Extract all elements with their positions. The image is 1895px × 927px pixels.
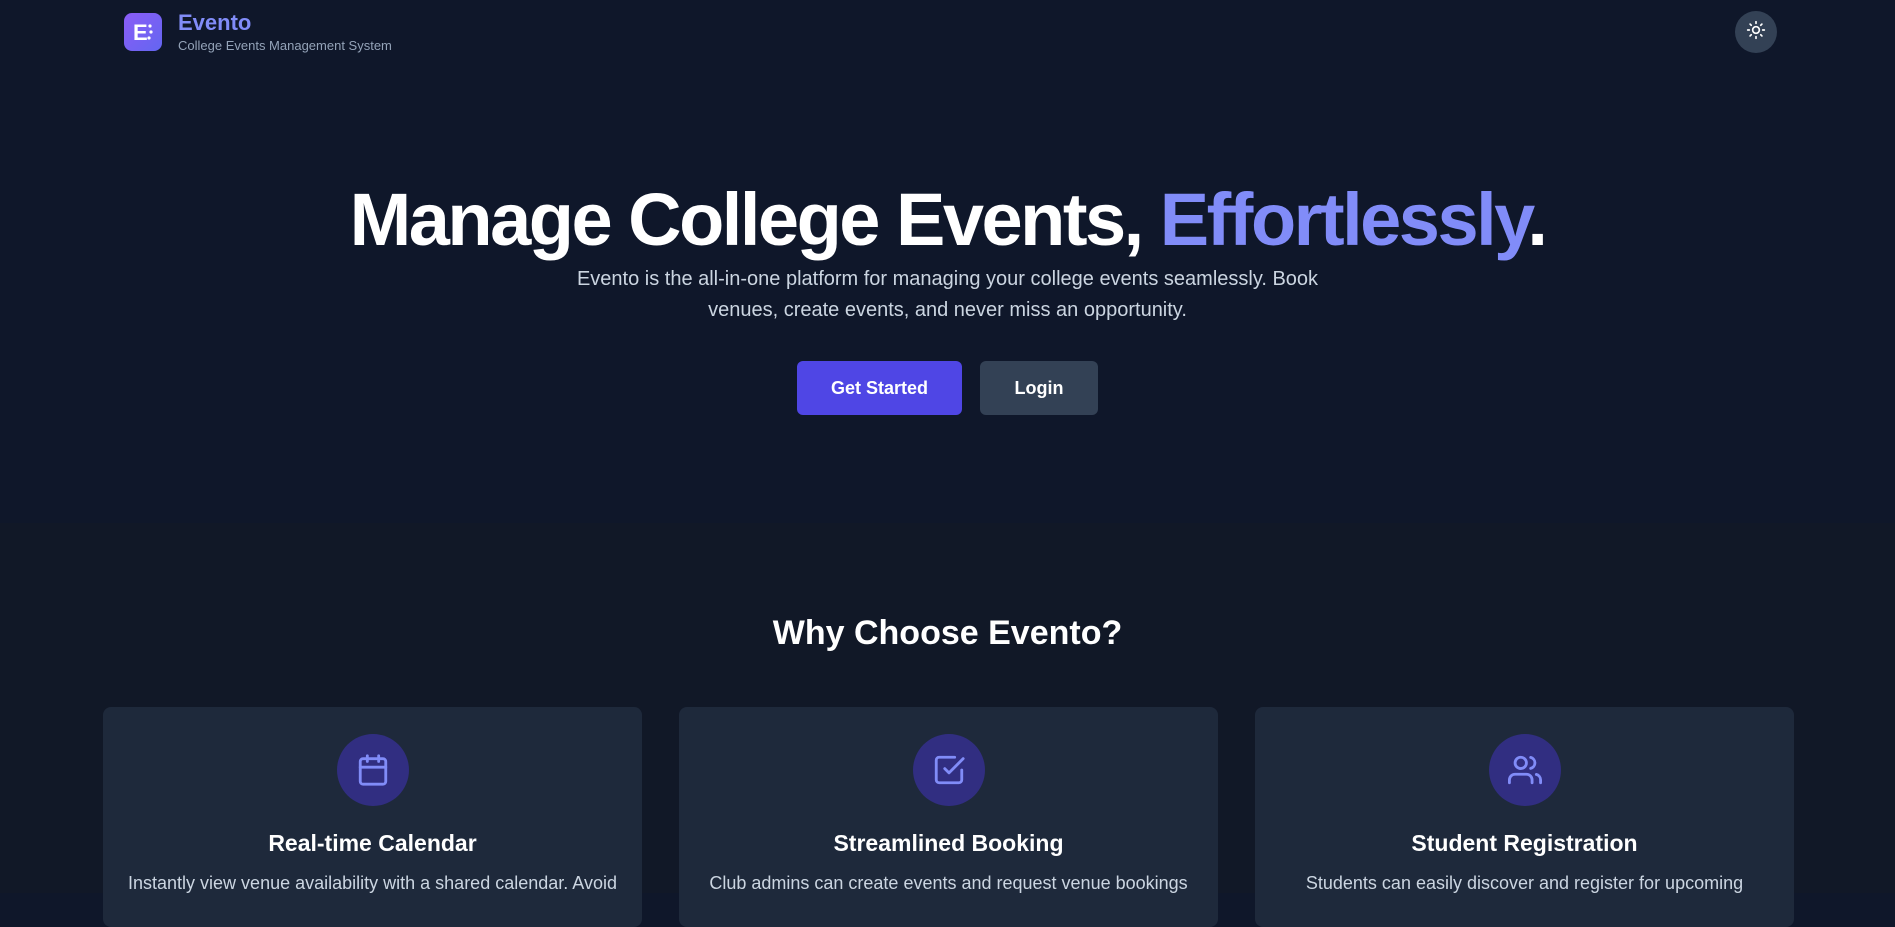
feature-card-title: Real-time Calendar — [268, 830, 477, 856]
theme-toggle-button[interactable] — [1735, 11, 1777, 53]
feature-card-description: Instantly view venue availability with a… — [128, 873, 617, 893]
feature-card-description: Students can easily discover and registe… — [1305, 873, 1744, 893]
login-button[interactable]: Login — [980, 361, 1098, 415]
hero-title-main: Manage College Events, — [349, 178, 1160, 261]
feature-card-calendar: Real-time Calendar Instantly view venue … — [103, 707, 642, 927]
sun-icon — [1746, 20, 1766, 45]
brand[interactable]: E Evento College Events Management Syste… — [124, 9, 392, 53]
calendar-icon — [336, 734, 409, 806]
feature-card-title: Student Registration — [1411, 830, 1638, 856]
feature-card-description: Club admins can create events and reques… — [709, 873, 1188, 893]
hero-description: Evento is the all-in-one platform for ma… — [576, 268, 1319, 321]
hero-section: Manage College Events, Effortlessly. Eve… — [0, 64, 1895, 523]
svg-text:E: E — [133, 20, 148, 45]
feature-cards: Real-time Calendar Instantly view venue … — [103, 707, 1795, 927]
check-square-icon — [912, 734, 985, 806]
app-name: Evento — [178, 9, 252, 35]
brand-text: Evento College Events Management System — [178, 9, 392, 53]
app-tagline: College Events Management System — [178, 37, 392, 53]
hero-actions: Get Started Login — [0, 361, 1895, 415]
hero-title-accent: Effortlessly — [1159, 178, 1530, 261]
top-header: E Evento College Events Management Syste… — [0, 0, 1895, 64]
feature-card-registration: Student Registration Students can easily… — [1255, 707, 1794, 927]
get-started-button[interactable]: Get Started — [797, 361, 962, 415]
evento-logo-icon: E — [124, 13, 162, 51]
features-section: Why Choose Evento? Real-time Calendar In… — [0, 523, 1895, 927]
feature-card-booking: Streamlined Booking Club admins can crea… — [679, 707, 1218, 927]
feature-card-title: Streamlined Booking — [833, 830, 1064, 856]
hero-title: Manage College Events, Effortlessly. — [0, 178, 1895, 262]
features-title: Why Choose Evento? — [772, 614, 1123, 652]
hero-title-end: . — [1527, 178, 1548, 261]
users-icon — [1488, 734, 1561, 806]
